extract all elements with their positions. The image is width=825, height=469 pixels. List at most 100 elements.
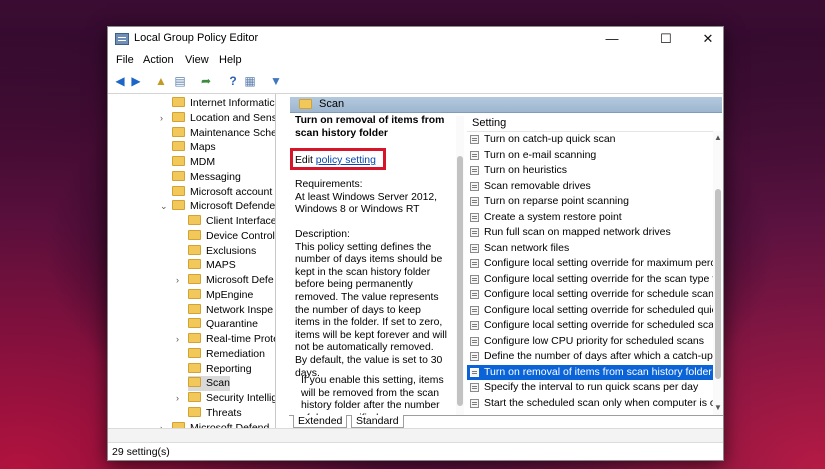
setting-label: Configure local setting override for sch… xyxy=(484,303,713,316)
tree-item[interactable]: › Location and Sensе xyxy=(160,111,275,126)
folder-icon xyxy=(188,215,201,225)
policy-setting-icon xyxy=(470,367,479,377)
settings-scrollbar[interactable]: ▲ ▼ xyxy=(713,131,723,415)
policy-setting-icon xyxy=(470,135,479,144)
tree-item[interactable]: Microsoft account xyxy=(172,185,272,200)
forward-arrow-icon[interactable]: ▶ xyxy=(128,74,144,88)
setting-row[interactable]: Turn on reparse point scanning xyxy=(467,194,713,209)
policy-setting-icon xyxy=(470,243,479,253)
menu-help[interactable]: Help xyxy=(219,54,242,66)
setting-row[interactable]: Start the scheduled scan only when compu… xyxy=(467,396,713,411)
policy-setting-link[interactable]: policy setting xyxy=(316,155,376,166)
folder-icon xyxy=(188,288,201,299)
setting-row[interactable]: Run full scan on mapped network drives xyxy=(467,225,713,240)
folder-icon xyxy=(188,333,201,343)
tree-item[interactable]: Quarantine xyxy=(188,317,258,332)
policy-setting-icon xyxy=(470,166,479,175)
properties-icon[interactable]: ▦ xyxy=(242,74,258,88)
policy-setting-icon xyxy=(470,197,479,206)
description-scroll-thumb[interactable] xyxy=(457,156,463,406)
setting-row[interactable]: Configure local setting override for sch… xyxy=(467,303,713,318)
tab-extended[interactable]: Extended xyxy=(293,415,348,428)
menu-file[interactable]: File xyxy=(116,54,134,66)
tree-item[interactable]: Remediation xyxy=(188,347,265,362)
setting-label: Start the scheduled scan only when compu… xyxy=(484,396,713,409)
tree-item[interactable]: › Microsoft Defend xyxy=(160,421,269,428)
policy-tree[interactable]: Internet Informatic › Location and Sensе Ma… xyxy=(108,94,276,428)
tree-item[interactable]: › Real-time Prote xyxy=(176,332,275,347)
up-folder-icon[interactable]: ▲ xyxy=(153,74,169,88)
policy-setting-icon xyxy=(470,398,479,408)
close-button[interactable]: ✕ xyxy=(686,27,723,51)
setting-row[interactable]: Configure low CPU priority for scheduled… xyxy=(467,334,713,349)
tree-item[interactable]: Maps xyxy=(172,140,216,155)
setting-row[interactable]: Turn on removal of items from scan histo… xyxy=(467,364,713,380)
setting-row[interactable]: Configure local setting override for max… xyxy=(467,256,713,271)
menu-action[interactable]: Action xyxy=(143,54,174,66)
chevron-right-icon[interactable]: › xyxy=(160,421,163,429)
tree-item[interactable]: ⌄ Microsoft Defende xyxy=(160,199,276,214)
setting-row[interactable]: Scan removable drives xyxy=(467,179,713,194)
tree-item-label: MpEngine xyxy=(206,288,254,301)
maximize-button[interactable]: ☐ xyxy=(644,27,688,51)
setting-row[interactable]: Create a system restore point xyxy=(467,210,713,225)
tree-item[interactable]: Reporting xyxy=(188,362,252,377)
settings-scroll-thumb[interactable] xyxy=(715,189,721,379)
description-scrollbar[interactable] xyxy=(456,116,464,416)
requirements: Requirements: At least Windows Server 20… xyxy=(295,179,455,217)
filter-icon[interactable]: ▼ xyxy=(268,74,284,88)
tree-item[interactable]: Threats xyxy=(188,406,242,421)
setting-row[interactable]: Configure local setting override for sch… xyxy=(467,318,713,333)
setting-label: Turn on catch-up quick scan xyxy=(484,133,616,145)
tree-item[interactable]: Network Inspe xyxy=(188,303,273,318)
tree-item[interactable]: › Security Intellig xyxy=(176,391,275,406)
chevron-right-icon[interactable]: › xyxy=(176,391,179,406)
horizontal-scrollbar[interactable] xyxy=(108,428,723,443)
tree-item[interactable]: Messaging xyxy=(172,170,241,185)
scroll-down-icon[interactable]: ▼ xyxy=(714,403,722,412)
tree-item[interactable]: Client Interface xyxy=(188,214,275,229)
chevron-right-icon[interactable]: › xyxy=(176,332,179,347)
minimize-button[interactable]: — xyxy=(590,27,634,51)
tree-item-label: Reporting xyxy=(206,362,252,375)
scroll-up-icon[interactable]: ▲ xyxy=(714,133,722,142)
tree-item[interactable]: MAPS xyxy=(188,258,236,273)
setting-row[interactable]: Configure local setting override for sch… xyxy=(467,287,713,302)
setting-row[interactable]: Configure local setting override for the… xyxy=(467,272,713,287)
tree-item[interactable]: MDM xyxy=(172,155,215,170)
setting-row[interactable]: Define the number of days after which a … xyxy=(467,349,713,364)
setting-row[interactable]: Turn on catch-up quick scan xyxy=(467,132,713,147)
policy-setting-icon xyxy=(470,150,479,160)
chevron-down-icon[interactable]: ⌄ xyxy=(160,199,168,214)
tree-item[interactable]: Maintenance Sche xyxy=(172,126,275,141)
tree-item[interactable]: Exclusions xyxy=(188,244,256,259)
tab-standard[interactable]: Standard xyxy=(351,415,404,428)
setting-row[interactable]: Scan network files xyxy=(467,241,713,256)
tree-item[interactable]: Internet Informatic xyxy=(172,96,275,111)
tree-item[interactable]: Device Control xyxy=(188,229,275,244)
tree-item[interactable]: › Microsoft Defe xyxy=(176,273,274,288)
chevron-right-icon[interactable]: › xyxy=(160,111,163,126)
setting-label: Turn on reparse point scanning xyxy=(484,195,629,207)
export-list-icon[interactable]: ➦ xyxy=(198,74,214,88)
back-arrow-icon[interactable]: ◀ xyxy=(112,74,128,88)
folder-icon xyxy=(299,99,312,109)
setting-row[interactable]: Turn on e-mail scanning xyxy=(467,148,713,163)
title-bar: Local Group Policy Editor — ☐ ✕ xyxy=(108,27,723,51)
setting-row[interactable]: Specify the interval to run quick scans … xyxy=(467,380,713,395)
description: Description: This policy setting defines… xyxy=(295,229,447,380)
group-policy-window: Local Group Policy Editor — ☐ ✕ File Act… xyxy=(107,26,724,461)
details-pane: Scan Turn on removal of items from scan … xyxy=(289,94,723,428)
tree-item[interactable]: MpEngine xyxy=(188,288,253,303)
tree-item[interactable]: Scan xyxy=(188,376,230,392)
tree-item-label: Microsoft Defende xyxy=(190,200,276,213)
tree-item-label: Messaging xyxy=(190,170,241,183)
help-icon[interactable]: ? xyxy=(225,74,241,88)
setting-row[interactable]: Turn on heuristics xyxy=(467,163,713,178)
setting-label: Turn on heuristics xyxy=(484,164,568,176)
show-hide-tree-icon[interactable]: ▤ xyxy=(172,74,188,88)
column-header-setting[interactable]: Setting xyxy=(467,113,723,132)
tree-item-label: Exclusions xyxy=(206,244,257,257)
chevron-right-icon[interactable]: › xyxy=(176,273,179,288)
menu-view[interactable]: View xyxy=(185,54,209,66)
